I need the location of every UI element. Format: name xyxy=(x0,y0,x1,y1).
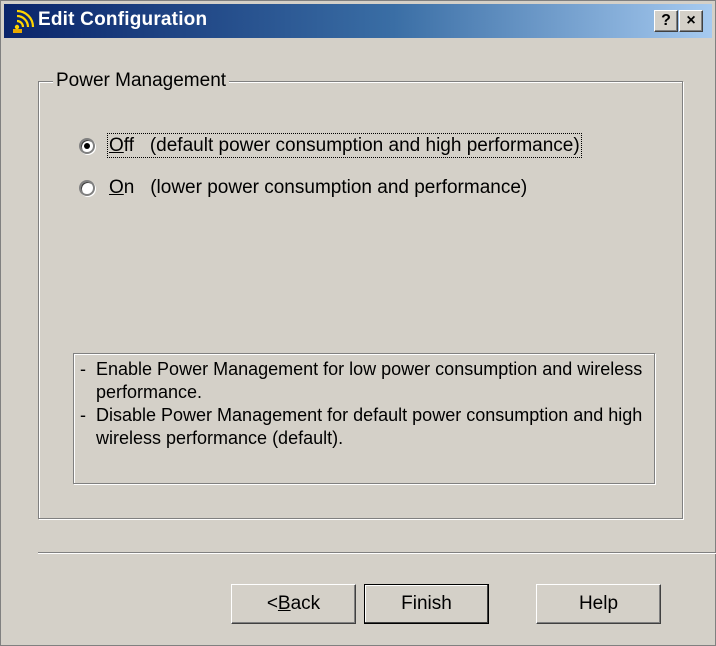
separator-line xyxy=(38,552,716,554)
finish-button[interactable]: Finish xyxy=(364,584,489,624)
window-title: Edit Configuration xyxy=(38,9,208,30)
edit-configuration-dialog: Edit Configuration ? × Power Management … xyxy=(0,0,716,646)
back-button[interactable]: < Back xyxy=(231,584,356,624)
radio-option-off[interactable]: Off (default power consumption and high … xyxy=(79,133,582,158)
group-legend: Power Management xyxy=(53,70,230,92)
radio-label-off[interactable]: Off (default power consumption and high … xyxy=(107,133,582,158)
title-bar[interactable]: Edit Configuration ? × xyxy=(4,4,712,38)
radio-option-on[interactable]: On (lower power consumption and performa… xyxy=(79,177,527,199)
description-line-enable: Enable Power Management for low power co… xyxy=(80,358,648,404)
question-mark-icon: ? xyxy=(661,12,671,29)
description-line-disable: Disable Power Management for default pow… xyxy=(80,404,648,450)
close-button[interactable]: × xyxy=(679,10,703,32)
radio-label-on[interactable]: On (lower power consumption and performa… xyxy=(109,177,527,199)
description-box: Enable Power Management for low power co… xyxy=(73,353,655,484)
close-icon: × xyxy=(686,12,696,29)
help-button[interactable]: Help xyxy=(536,584,661,624)
help-question-button[interactable]: ? xyxy=(654,10,678,32)
wireless-signal-icon xyxy=(13,9,35,33)
radio-button-on[interactable] xyxy=(79,180,95,196)
radio-button-off[interactable] xyxy=(79,138,95,154)
